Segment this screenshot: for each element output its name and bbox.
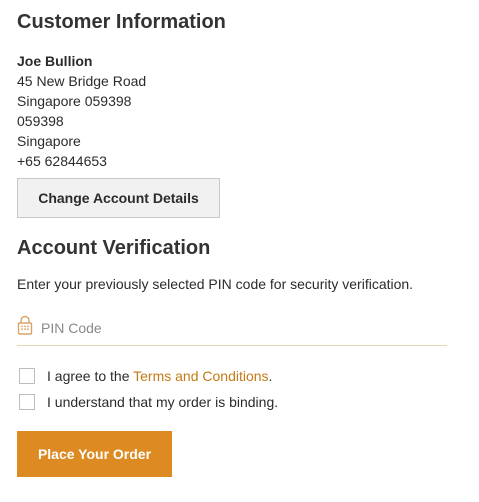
- terms-checkbox[interactable]: [19, 368, 35, 384]
- customer-details: Joe Bullion 45 New Bridge Road Singapore…: [17, 51, 146, 171]
- pin-field: [17, 312, 447, 346]
- verification-description: Enter your previously selected PIN code …: [17, 276, 414, 292]
- address-line-1: 45 New Bridge Road: [17, 73, 147, 89]
- country: Singapore: [17, 133, 81, 149]
- binding-label: I understand that my order is binding.: [47, 394, 279, 410]
- binding-agreement-row: I understand that my order is binding.: [17, 392, 278, 412]
- place-order-button[interactable]: Place Your Order: [17, 431, 172, 477]
- terms-label: I agree to the Terms and Conditions.: [47, 368, 272, 384]
- binding-checkbox[interactable]: [19, 394, 35, 410]
- terms-agreement-row: I agree to the Terms and Conditions.: [17, 366, 272, 386]
- customer-name: Joe Bullion: [17, 53, 93, 69]
- address-line-2: Singapore 059398: [17, 93, 132, 109]
- terms-suffix: .: [268, 368, 273, 384]
- lock-keypad-icon: [17, 315, 33, 335]
- postal-code: 059398: [17, 113, 64, 129]
- pin-code-input[interactable]: [41, 317, 431, 339]
- terms-and-conditions-link[interactable]: Terms and Conditions: [133, 368, 268, 384]
- change-account-details-button[interactable]: Change Account Details: [17, 178, 220, 218]
- account-verification-title: Account Verification: [17, 237, 211, 259]
- terms-prefix: I agree to the: [47, 368, 134, 384]
- phone-number: +65 62844653: [17, 153, 107, 169]
- customer-info-title: Customer Information: [17, 11, 226, 33]
